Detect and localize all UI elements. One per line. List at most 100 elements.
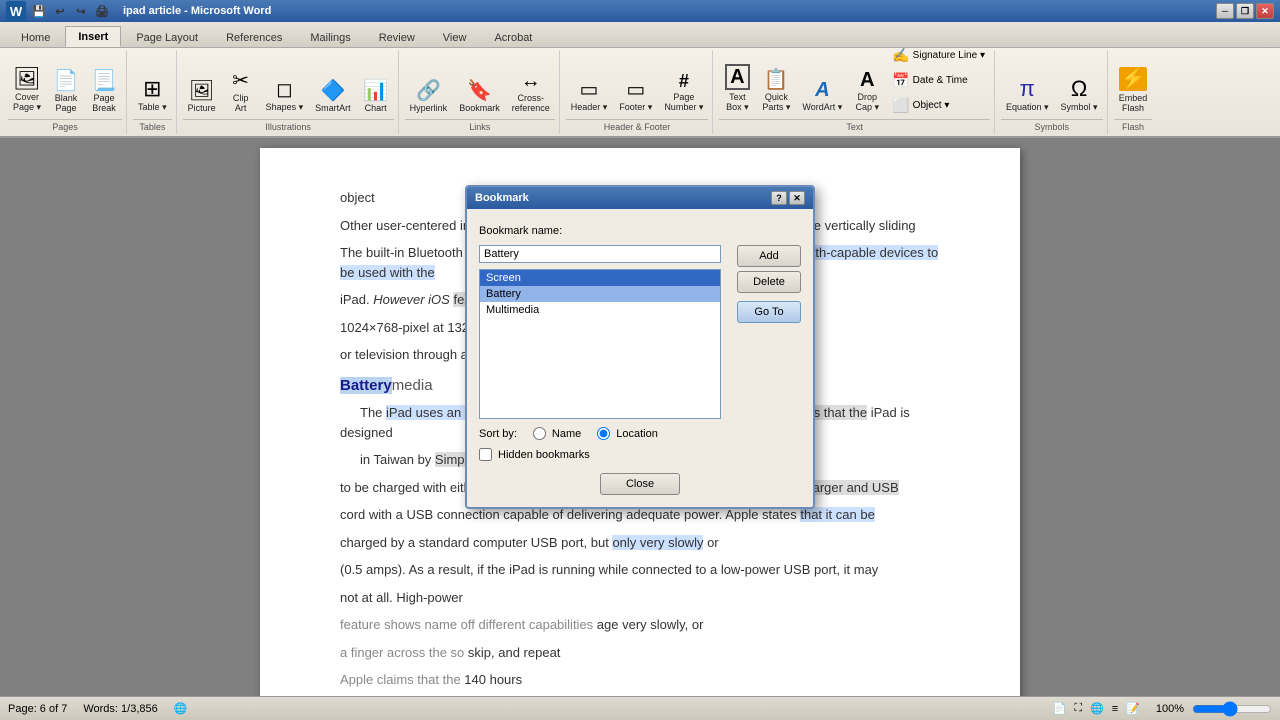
quick-parts-btn[interactable]: 📋 QuickParts ▾ <box>757 66 795 117</box>
view-outline-icon[interactable]: ≡ <box>1112 703 1118 715</box>
sort-by-label: Sort by: <box>479 428 517 440</box>
undo-quick-btn[interactable]: ↩ <box>51 3 69 19</box>
save-quick-btn[interactable]: 💾 <box>30 3 48 19</box>
smartart-icon: 🔷 <box>320 81 345 101</box>
redo-quick-btn[interactable]: ↪ <box>72 3 90 19</box>
embed-flash-btn[interactable]: ⚡ EmbedFlash <box>1114 63 1153 117</box>
ribbon-group-links: 🔗 Hyperlink 🔖 Bookmark ↔ Cross-reference… <box>401 50 560 134</box>
bookmark-list-item-battery[interactable]: Battery <box>480 286 720 302</box>
doc-text-battery-9: a finger across the so skip, and repeat <box>340 643 940 663</box>
footer-icon: ▭ <box>626 80 645 100</box>
tab-mailings[interactable]: Mailings <box>297 27 363 47</box>
doc-text-battery-6: (0.5 amps). As a result, if the iPad is … <box>340 560 940 580</box>
embed-flash-icon: ⚡ <box>1119 67 1148 91</box>
equation-icon: π <box>1020 78 1035 100</box>
signature-line-btn[interactable]: ✍ Signature Line ▾ <box>887 44 990 67</box>
object-btn[interactable]: ⬜ Object ▾ <box>887 94 990 117</box>
status-right: 📄 ⛶ 🌐 ≡ 📝 100% <box>1053 701 1272 717</box>
view-full-icon[interactable]: ⛶ <box>1074 702 1082 715</box>
bookmark-name-input[interactable] <box>479 245 721 263</box>
header-btn[interactable]: ▭ Header ▾ <box>566 76 613 117</box>
window-title: ipad article - Microsoft Word <box>123 5 271 17</box>
drop-cap-btn[interactable]: A DropCap ▾ <box>849 66 885 117</box>
page-break-btn[interactable]: 📃 PageBreak <box>86 67 122 117</box>
close-btn[interactable]: ✕ <box>1256 3 1274 19</box>
symbol-btn[interactable]: Ω Symbol ▾ <box>1056 74 1103 117</box>
goto-bookmark-btn[interactable]: Go To <box>737 301 801 323</box>
tab-page-layout[interactable]: Page Layout <box>123 27 211 47</box>
hyperlink-btn[interactable]: 🔗 Hyperlink <box>405 77 453 117</box>
text-box-icon: A <box>725 64 749 90</box>
cover-page-btn[interactable]: 🖼 CoverPage ▾ <box>8 64 46 117</box>
sort-name-radio[interactable]: Name <box>533 427 581 440</box>
signature-line-icon: ✍ <box>892 47 909 64</box>
table-btn[interactable]: ⊞ Table ▾ <box>133 74 172 117</box>
doc-text-battery-8: feature shows name off different capabil… <box>340 615 940 635</box>
minimize-btn[interactable]: ─ <box>1216 3 1234 19</box>
quick-access-toolbar: 💾 ↩ ↪ 🖨 <box>30 3 111 19</box>
cover-page-icon: 🖼 <box>13 68 41 90</box>
ribbon-group-text: A TextBox ▾ 📋 QuickParts ▾ A WordArt ▾ A… <box>715 50 995 134</box>
close-dialog-btn[interactable]: Close <box>600 473 680 495</box>
view-draft-icon[interactable]: 📝 <box>1126 702 1140 715</box>
shapes-btn[interactable]: ◻ Shapes ▾ <box>261 76 309 117</box>
bookmark-name-row: Bookmark name: <box>479 221 801 237</box>
status-words: Words: 1/3,856 <box>83 703 157 715</box>
bookmark-btn[interactable]: 🔖 Bookmark <box>454 77 505 117</box>
equation-btn[interactable]: π Equation ▾ <box>1001 74 1054 117</box>
clip-art-icon: ✂ <box>232 71 249 91</box>
wordart-btn[interactable]: A WordArt ▾ <box>797 76 847 117</box>
flash-group-label: Flash <box>1114 119 1153 132</box>
bookmark-list[interactable]: Screen Battery Multimedia <box>479 269 721 419</box>
clip-art-btn[interactable]: ✂ ClipArt <box>223 67 259 117</box>
tab-acrobat[interactable]: Acrobat <box>481 27 545 47</box>
tab-view[interactable]: View <box>430 27 480 47</box>
zoom-level: 100% <box>1156 703 1184 715</box>
smartart-btn[interactable]: 🔷 SmartArt <box>310 77 356 117</box>
page-number-icon: # <box>679 72 689 90</box>
hidden-bookmarks-label: Hidden bookmarks <box>498 449 590 461</box>
footer-btn[interactable]: ▭ Footer ▾ <box>614 76 657 117</box>
sort-location-radio[interactable]: Location <box>597 427 658 440</box>
restore-btn[interactable]: ❐ <box>1236 3 1254 19</box>
hidden-bookmarks-checkbox[interactable] <box>479 448 492 461</box>
ribbon-tab-bar: Home Insert Page Layout References Maili… <box>0 22 1280 48</box>
ribbon-group-flash: ⚡ EmbedFlash Flash <box>1110 50 1157 134</box>
wordart-icon: A <box>815 80 829 100</box>
symbol-icon: Ω <box>1071 78 1087 100</box>
links-group-label: Links <box>405 119 555 132</box>
dialog-help-btn[interactable]: ? <box>771 191 787 205</box>
cross-reference-icon: ↔ <box>521 71 541 91</box>
hyperlink-icon: 🔗 <box>416 81 441 101</box>
header-icon: ▭ <box>580 80 599 100</box>
title-bar: W 💾 ↩ ↪ 🖨 ipad article - Microsoft Word … <box>0 0 1280 22</box>
bookmark-list-item-multimedia[interactable]: Multimedia <box>480 302 720 318</box>
chart-btn[interactable]: 📊 Chart <box>358 77 394 117</box>
symbols-group-label: Symbols <box>1001 119 1103 132</box>
blank-page-btn[interactable]: 📄 BlankPage <box>48 67 84 117</box>
tab-references[interactable]: References <box>213 27 295 47</box>
page-number-btn[interactable]: # PageNumber ▾ <box>659 68 708 117</box>
sort-by-row: Sort by: Name Location <box>479 427 801 440</box>
dialog-title-bar: Bookmark ? ✕ <box>467 187 813 209</box>
status-bar: Page: 6 of 7 Words: 1/3,856 🌐 📄 ⛶ 🌐 ≡ 📝 … <box>0 696 1280 720</box>
text-box-btn[interactable]: A TextBox ▾ <box>719 60 755 117</box>
tab-review[interactable]: Review <box>366 27 428 47</box>
picture-btn[interactable]: 🖼 Picture <box>183 77 221 117</box>
bookmark-list-item-screen[interactable]: Screen <box>480 270 720 286</box>
cross-reference-btn[interactable]: ↔ Cross-reference <box>507 67 555 117</box>
illustrations-group-label: Illustrations <box>183 119 394 132</box>
zoom-slider[interactable] <box>1192 701 1272 717</box>
ribbon-group-pages: 🖼 CoverPage ▾ 📄 BlankPage 📃 PageBreak Pa… <box>4 50 127 134</box>
bookmark-dialog: Bookmark ? ✕ Bookmark name: Screen Batte… <box>465 185 815 509</box>
table-icon: ⊞ <box>143 78 161 100</box>
add-bookmark-btn[interactable]: Add <box>737 245 801 267</box>
view-web-icon[interactable]: 🌐 <box>1090 702 1104 715</box>
dialog-close-title-btn[interactable]: ✕ <box>789 191 805 205</box>
delete-bookmark-btn[interactable]: Delete <box>737 271 801 293</box>
print-quick-btn[interactable]: 🖨 <box>93 3 111 19</box>
view-print-icon[interactable]: 📄 <box>1053 702 1067 715</box>
date-time-btn[interactable]: 📅 Date & Time <box>887 69 990 92</box>
tab-home[interactable]: Home <box>8 27 63 47</box>
tab-insert[interactable]: Insert <box>65 26 121 47</box>
